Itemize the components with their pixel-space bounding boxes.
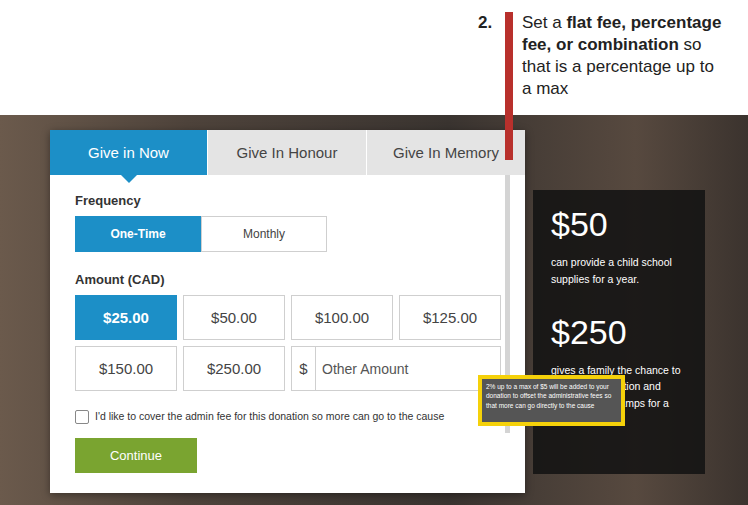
frequency-toggle: One-TimeMonthly	[75, 216, 327, 252]
amount-option[interactable]: $100.00	[291, 295, 393, 340]
annotation-header: 2. Set a flat fee, percentage fee, or com…	[0, 0, 748, 115]
annotation-bar	[505, 12, 513, 160]
background-photo: Give in NowGive In HonourGive In MemoryF…	[0, 115, 748, 505]
impact-amount: $250	[551, 310, 689, 354]
annotation-number: 2.	[478, 12, 496, 100]
impact-text: can provide a child school supplies for …	[551, 254, 689, 288]
tab[interactable]: Give In Memory	[366, 130, 525, 175]
impact-amount: $50	[551, 202, 689, 246]
amount-label: Amount (CAD)	[75, 272, 501, 287]
tab[interactable]: Give in Now	[50, 130, 207, 175]
admin-fee-label[interactable]: I'd like to cover the admin fee for this…	[95, 410, 480, 424]
annotation: 2. Set a flat fee, percentage fee, or com…	[478, 12, 748, 100]
tab[interactable]: Give In Honour	[207, 130, 366, 175]
form-content: Frequency One-TimeMonthly Amount (CAD) $25.…	[50, 175, 505, 493]
currency-prefix: $	[292, 347, 316, 390]
frequency-option[interactable]: One-Time	[75, 216, 201, 252]
donation-card: Give in NowGive In HonourGive In MemoryF…	[50, 130, 525, 493]
other-amount-field: $	[291, 346, 501, 391]
frequency-option[interactable]: Monthly	[201, 216, 327, 252]
card-body: Frequency One-TimeMonthly Amount (CAD) $25.…	[50, 175, 525, 493]
tabs: Give in NowGive In HonourGive In Memory	[50, 130, 525, 175]
admin-fee-row: I'd like to cover the admin fee for this…	[75, 409, 501, 424]
frequency-label: Frequency	[75, 193, 501, 208]
impact-panel: $50 can provide a child school supplies f…	[533, 190, 705, 474]
continue-button[interactable]: Continue	[75, 438, 197, 473]
amount-option[interactable]: $50.00	[183, 295, 285, 340]
admin-fee-checkbox[interactable]	[75, 410, 89, 424]
other-amount-input[interactable]	[316, 347, 500, 390]
tooltip: 2% up to a max of $5 will be added to yo…	[482, 379, 621, 422]
page: 2. Set a flat fee, percentage fee, or com…	[0, 0, 748, 505]
amount-option[interactable]: $250.00	[183, 346, 285, 391]
amount-option[interactable]: $125.00	[399, 295, 501, 340]
amount-option[interactable]: $25.00	[75, 295, 177, 340]
tooltip-highlight: 2% up to a max of $5 will be added to yo…	[478, 375, 625, 426]
amount-grid: $25.00$50.00$100.00$125.00 $150.00$250.00…	[75, 295, 501, 391]
annotation-segment: Set a	[522, 13, 566, 32]
annotation-text: Set a flat fee, percentage fee, or combi…	[522, 12, 727, 100]
amount-option[interactable]: $150.00	[75, 346, 177, 391]
